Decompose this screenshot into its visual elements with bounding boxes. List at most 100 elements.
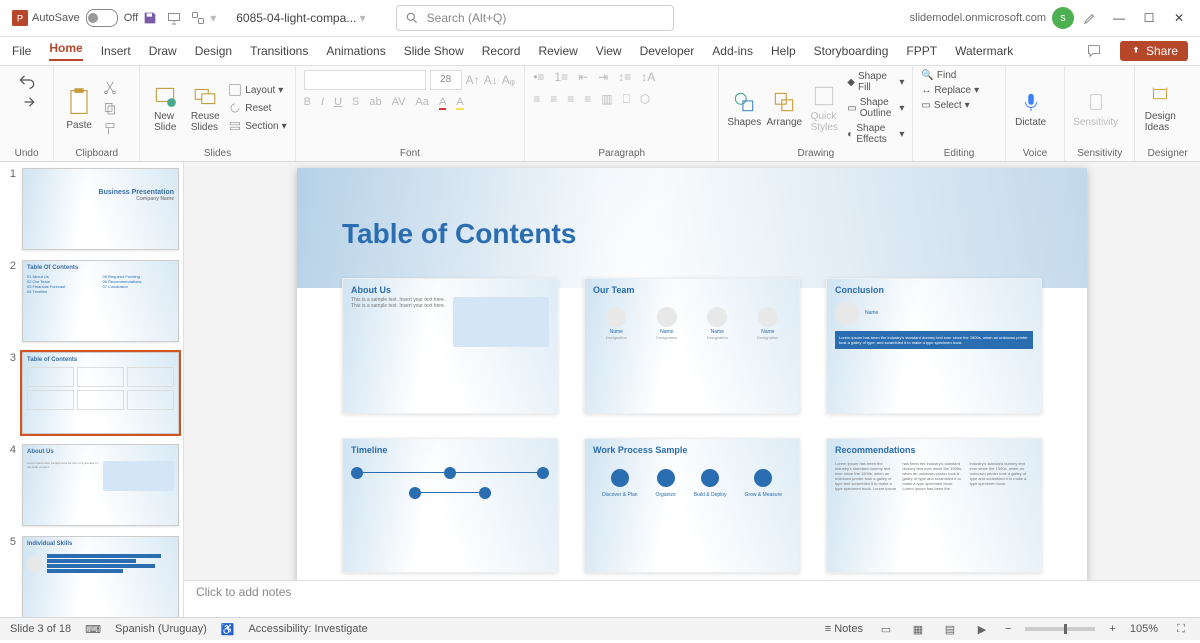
tab-slideshow[interactable]: Slide Show: [404, 44, 464, 58]
shapes-button[interactable]: Shapes: [727, 89, 761, 128]
align-right-button[interactable]: ≡: [567, 92, 574, 107]
numbering-button[interactable]: 1≡: [554, 70, 568, 84]
slide-title[interactable]: Table of Contents: [342, 218, 576, 250]
zoom-level[interactable]: 105%: [1130, 623, 1158, 635]
tab-draw[interactable]: Draw: [149, 44, 177, 58]
bullets-button[interactable]: •≡: [533, 70, 544, 84]
select-button[interactable]: ▭ Select ▾: [921, 100, 969, 111]
status-access-icon[interactable]: ♿: [221, 623, 235, 636]
slideshow-view-icon[interactable]: ▶: [973, 620, 991, 638]
indent-inc-button[interactable]: ⇥: [598, 70, 608, 84]
present-icon[interactable]: [166, 10, 182, 26]
align-text-button[interactable]: ⎕: [623, 92, 630, 107]
tile-timeline[interactable]: Timeline: [342, 438, 558, 574]
tab-addins[interactable]: Add-ins: [712, 44, 753, 58]
tab-watermark[interactable]: Watermark: [955, 44, 1013, 58]
status-accessibility[interactable]: Accessibility: Investigate: [248, 623, 367, 635]
justify-button[interactable]: ≡: [584, 92, 591, 107]
tab-insert[interactable]: Insert: [101, 44, 131, 58]
maximize-button[interactable]: ☐: [1136, 5, 1162, 31]
fit-window-icon[interactable]: ⛶: [1172, 620, 1190, 638]
pen-icon[interactable]: [1082, 10, 1098, 26]
zoom-slider[interactable]: [1025, 627, 1095, 631]
redo-icon[interactable]: [17, 92, 37, 112]
slide-thumbnails[interactable]: 1Business PresentationCompany Name 2Tabl…: [0, 162, 184, 617]
highlight-button[interactable]: A: [456, 96, 463, 110]
tab-animations[interactable]: Animations: [326, 44, 385, 58]
thumb-1[interactable]: 1Business PresentationCompany Name: [4, 168, 179, 250]
new-slide-button[interactable]: New Slide: [148, 83, 182, 133]
tile-about[interactable]: About UsThis is a sample text. Insert yo…: [342, 278, 558, 414]
copy-icon[interactable]: [102, 100, 118, 116]
tile-team[interactable]: Our TeamNameDesignationNameDesignationNa…: [584, 278, 800, 414]
align-left-button[interactable]: ≡: [533, 92, 540, 107]
section-button[interactable]: Section ▾: [228, 119, 286, 133]
tab-file[interactable]: File: [12, 44, 31, 58]
comments-icon[interactable]: [1086, 43, 1102, 59]
tab-transitions[interactable]: Transitions: [250, 44, 308, 58]
dictate-button[interactable]: Dictate: [1014, 89, 1048, 128]
paste-button[interactable]: Paste: [62, 86, 96, 131]
share-button[interactable]: Share: [1120, 41, 1188, 61]
replace-button[interactable]: ↔ Replace ▾: [921, 85, 979, 96]
status-language[interactable]: Spanish (Uruguay): [115, 623, 207, 635]
thumb-2[interactable]: 2Table Of Contents01 About Us02 Our Team…: [4, 260, 179, 342]
smartart-button[interactable]: ⬡: [640, 92, 650, 107]
thumb-3[interactable]: 3Table of Contents: [4, 352, 179, 434]
indent-dec-button[interactable]: ⇤: [578, 70, 588, 84]
case-button[interactable]: Aa: [415, 96, 428, 110]
user-email[interactable]: slidemodel.onmicrosoft.com: [910, 12, 1046, 24]
document-name[interactable]: 6085-04-light-compa... ▾: [236, 11, 365, 25]
font-color-button[interactable]: A: [439, 96, 446, 110]
find-button[interactable]: 🔍 Find: [921, 70, 956, 81]
close-button[interactable]: ✕: [1166, 5, 1192, 31]
tab-view[interactable]: View: [596, 44, 622, 58]
underline-button[interactable]: U: [334, 96, 342, 110]
tab-fppt[interactable]: FPPT: [906, 44, 937, 58]
columns-button[interactable]: ▥: [601, 92, 612, 107]
reset-button[interactable]: Reset: [228, 101, 286, 115]
shadow-button[interactable]: ab: [369, 96, 381, 110]
save-icon[interactable]: [142, 10, 158, 26]
search-input[interactable]: Search (Alt+Q): [396, 5, 674, 31]
tile-process[interactable]: Work Process SampleDiscover & PlanOrgani…: [584, 438, 800, 574]
sorter-view-icon[interactable]: ▦: [909, 620, 927, 638]
bold-button[interactable]: B: [304, 96, 311, 110]
normal-view-icon[interactable]: ▭: [877, 620, 895, 638]
tab-developer[interactable]: Developer: [640, 44, 695, 58]
tab-review[interactable]: Review: [538, 44, 577, 58]
strike-button[interactable]: S: [352, 96, 359, 110]
reuse-slides-button[interactable]: Reuse Slides: [188, 83, 222, 133]
font-size-select[interactable]: 28: [430, 70, 462, 90]
layout-button[interactable]: Layout ▾: [228, 83, 286, 97]
tab-design[interactable]: Design: [195, 44, 232, 58]
autosave-toggle[interactable]: AutoSave Off: [32, 9, 138, 27]
cut-icon[interactable]: [102, 79, 118, 95]
shrink-font-icon[interactable]: A↓: [484, 73, 498, 87]
align-center-button[interactable]: ≡: [550, 92, 557, 107]
zoom-out-button[interactable]: −: [1005, 623, 1011, 635]
notes-area[interactable]: Click to add notes: [184, 580, 1200, 617]
text-direction-button[interactable]: ↕A: [641, 70, 655, 84]
reading-view-icon[interactable]: ▤: [941, 620, 959, 638]
design-ideas-button[interactable]: Design Ideas: [1143, 83, 1177, 133]
tab-help[interactable]: Help: [771, 44, 796, 58]
notes-toggle[interactable]: ≡ Notes: [825, 623, 863, 635]
tab-record[interactable]: Record: [482, 44, 521, 58]
spacing-button[interactable]: AV: [392, 96, 406, 110]
undo-icon[interactable]: [17, 70, 37, 90]
thumb-5[interactable]: 5Individual Skills: [4, 536, 179, 617]
italic-button[interactable]: I: [321, 96, 324, 110]
clear-format-icon[interactable]: Aᵩ: [502, 73, 515, 87]
status-lang-icon[interactable]: ⌨: [85, 623, 101, 636]
arrange-button[interactable]: Arrange: [767, 89, 801, 128]
tab-home[interactable]: Home: [49, 41, 82, 61]
qat-overflow[interactable]: ▾: [210, 11, 216, 25]
grow-font-icon[interactable]: A↑: [466, 73, 480, 87]
tile-recommend[interactable]: RecommendationsLorem Ipsum has been the …: [826, 438, 1042, 574]
line-spacing-button[interactable]: ↕≡: [618, 70, 631, 84]
quick-styles-button[interactable]: Quick Styles: [807, 83, 841, 133]
user-avatar[interactable]: s: [1052, 7, 1074, 29]
minimize-button[interactable]: —: [1106, 5, 1132, 31]
zoom-in-button[interactable]: +: [1109, 623, 1115, 635]
